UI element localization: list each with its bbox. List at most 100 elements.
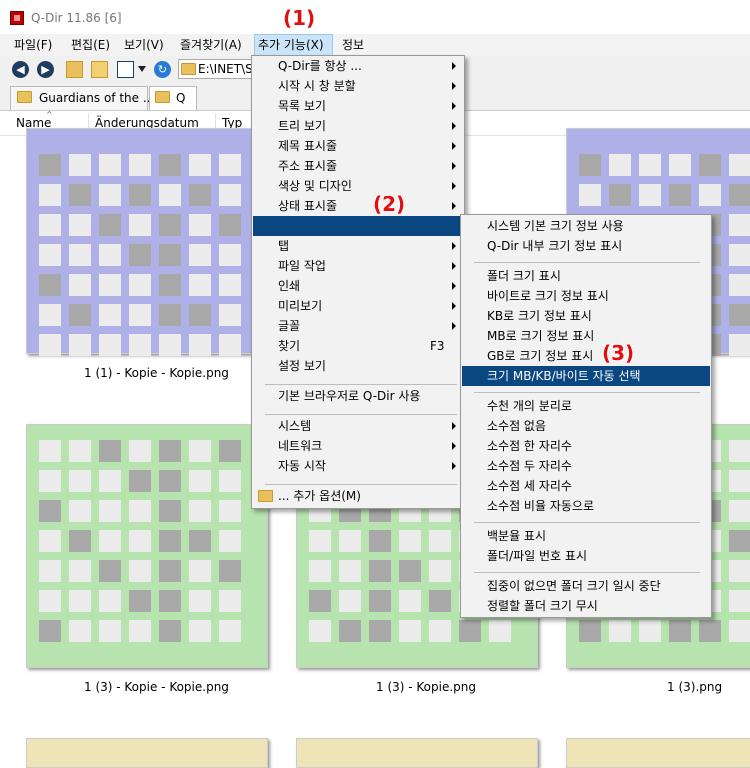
submenu-item-decimal-0[interactable]: 수천 개의 분리로 [487, 396, 572, 416]
menu-item-system-2[interactable]: 자동 시작 [278, 456, 326, 476]
submenu-item-decimal-2[interactable]: 소수점 한 자리수 [487, 436, 572, 456]
menu-item-1[interactable]: 시작 시 창 분할 [278, 76, 356, 96]
thumbnail-cell [729, 590, 750, 612]
thumbnail-cell [729, 560, 750, 582]
submenu-item-display-1[interactable]: 폴더/파일 번호 표시 [487, 546, 587, 566]
submenu-item-size-unit-2[interactable]: KB로 크기 정보 표시 [487, 306, 592, 326]
menu-item-14[interactable]: 찾기 [278, 336, 300, 356]
submenu-item-decimal-1[interactable]: 소수점 없음 [487, 416, 546, 436]
thumbnail-image[interactable] [566, 738, 750, 768]
thumbnail-cell [459, 620, 481, 642]
thumbnail-cell [609, 620, 631, 642]
thumbnail-cell [219, 334, 241, 356]
thumbnail-cell [39, 590, 61, 612]
submenu-item-decimal-3[interactable]: 소수점 두 자리수 [487, 456, 572, 476]
thumbnail-cell [129, 154, 151, 176]
back-icon[interactable]: ◀ [12, 61, 29, 78]
submenu-item-size-source-0[interactable]: 시스템 기본 크기 정보 사용 [487, 216, 624, 236]
menu-item-3[interactable]: 트리 보기 [278, 116, 326, 136]
menu-item-10[interactable]: 파일 작업 [278, 256, 326, 276]
menu-item-11[interactable]: 인쇄 [278, 276, 300, 296]
submenu-item-folder-size-1[interactable]: 정렬할 폴더 크기 무시 [487, 596, 598, 616]
submenu-item-size-unit-5[interactable]: 크기 MB/KB/바이트 자동 선택 [487, 366, 641, 386]
submenu-item-size-unit-0[interactable]: 폴더 크기 표시 [487, 266, 561, 286]
thumbnail-cell [189, 334, 211, 356]
file-name[interactable]: 1 (3) - Kopie - Kopie.png [84, 680, 229, 694]
file-name[interactable]: 1 (1) - Kopie - Kopie.png [84, 366, 229, 380]
thumbnail-cell [309, 530, 331, 552]
submenu-item-folder-size-0[interactable]: 집중이 없으면 폴더 크기 일시 중단 [487, 576, 661, 596]
thumbnail-cell [189, 590, 211, 612]
menu-file[interactable]: 파일(F) [11, 34, 55, 56]
thumbnail-cell [159, 440, 181, 462]
menu-item-0[interactable]: Q-Dir를 항상 ... [278, 56, 362, 76]
thumbnail-cell [69, 274, 91, 296]
menu-item-4[interactable]: 제목 표시줄 [278, 136, 337, 156]
menu-item-default-browser[interactable]: 기본 브라우저로 Q-Dir 사용 [278, 386, 420, 406]
thumbnail-cell [219, 184, 241, 206]
submenu-item-size-source-1[interactable]: Q-Dir 내부 크기 정보 표시 [487, 236, 622, 256]
thumbnail-cell [189, 154, 211, 176]
thumbnail-image[interactable] [26, 738, 268, 768]
folder-up-icon[interactable] [66, 61, 83, 78]
menu-item-6[interactable]: 색상 및 디자인 [278, 176, 352, 196]
file-name[interactable]: 1 (3) - Kopie.png [376, 680, 476, 694]
menu-item-2[interactable]: 목록 보기 [278, 96, 326, 116]
thumbnail-cell [399, 560, 421, 582]
submenu-item-size-unit-4[interactable]: GB로 크기 정보 표시 [487, 346, 593, 366]
submenu-item-size-unit-3[interactable]: MB로 크기 정보 표시 [487, 326, 594, 346]
thumbnail-cell [99, 274, 121, 296]
submenu-item-size-unit-1[interactable]: 바이트로 크기 정보 표시 [487, 286, 609, 306]
menu-info[interactable]: 정보 [339, 34, 367, 56]
view-dropdown-icon[interactable] [138, 66, 146, 72]
thumbnail-cell [429, 560, 451, 582]
annotation-badge-3: (3) [602, 341, 635, 365]
menu-item-7[interactable]: 상태 표시줄 [278, 196, 337, 216]
menu-item-13[interactable]: 글꼴 [278, 316, 300, 336]
menu-edit[interactable]: 편집(E) [68, 34, 113, 56]
thumbnail-cell [159, 500, 181, 522]
thumbnail-cell [129, 274, 151, 296]
thumbnail-cell [729, 530, 750, 552]
thumbnail-cell [639, 184, 661, 206]
thumbnail-cell [129, 440, 151, 462]
annotation-badge-2: (2) [373, 192, 406, 216]
thumbnail-image[interactable] [296, 738, 538, 768]
submenu-item-decimal-5[interactable]: 소수점 비율 자동으로 [487, 496, 594, 516]
file-name[interactable]: 1 (3).png [667, 680, 722, 694]
thumbnail-cell [39, 184, 61, 206]
menu-item-9[interactable]: 탭 [278, 236, 289, 256]
menu-item-more-options[interactable]: ... 추가 옵션(M) [278, 486, 361, 506]
thumbnail-cell [579, 184, 601, 206]
new-folder-icon[interactable] [91, 61, 108, 78]
refresh-icon[interactable]: ↻ [154, 61, 171, 78]
menu-item-5[interactable]: 주소 표시줄 [278, 156, 337, 176]
window-title: Q-Dir 11.86 [6] [31, 11, 122, 25]
thumbnail-cell [699, 184, 721, 206]
forward-icon[interactable]: ▶ [37, 61, 54, 78]
menu-view[interactable]: 보기(V) [121, 34, 167, 56]
thumbnail-cell [729, 304, 750, 326]
thumbnail-cell [489, 620, 511, 642]
thumbnail-cell [339, 560, 361, 582]
view-mode-icon[interactable] [117, 61, 134, 78]
menu-item-15[interactable]: 설정 보기 [278, 356, 326, 376]
thumbnail-cell [99, 244, 121, 266]
submenu-item-display-0[interactable]: 백분율 표시 [487, 526, 546, 546]
thumbnail-cell [129, 184, 151, 206]
menu-extras[interactable]: 추가 기능(X) [254, 34, 333, 56]
menu-item-system-1[interactable]: 네트워크 [278, 436, 322, 456]
thumbnail-cell [399, 530, 421, 552]
menu-favorites[interactable]: 즐겨찾기(A) [177, 34, 245, 56]
thumbnail-cell [159, 304, 181, 326]
thumbnail-cell [39, 470, 61, 492]
thumbnail-cell [219, 530, 241, 552]
thumbnail-cell [729, 470, 750, 492]
thumbnail-cell [219, 440, 241, 462]
menu-item-system-0[interactable]: 시스템 [278, 416, 311, 436]
submenu-arrow-icon [452, 202, 456, 210]
thumbnail-cell [129, 590, 151, 612]
submenu-item-decimal-4[interactable]: 소수점 세 자리수 [487, 476, 572, 496]
thumbnail-cell [309, 620, 331, 642]
menu-item-12[interactable]: 미리보기 [278, 296, 322, 316]
